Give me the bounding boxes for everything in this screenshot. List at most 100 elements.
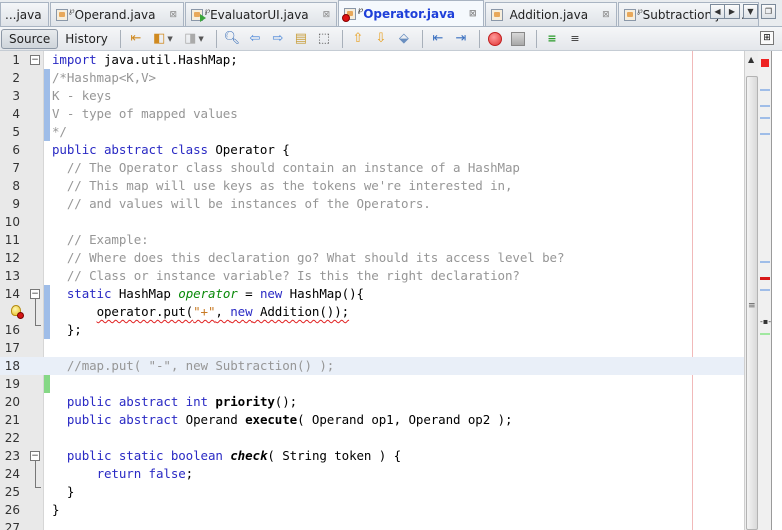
tab-operator-java[interactable]: ℘ Operator.java ⊠ [338, 0, 484, 26]
scroll-tabs-right-button[interactable]: ▶ [725, 4, 740, 19]
line-number: 17 [4, 341, 20, 355]
line-number: 2 [12, 71, 20, 85]
tab-close-icon[interactable]: ⊠ [170, 10, 178, 20]
last-edit-button[interactable]: ⇤ [126, 29, 146, 49]
back-button[interactable]: ◧ ▼ [149, 29, 177, 49]
history-button[interactable]: History [58, 29, 115, 49]
toolbar-separator [535, 29, 537, 48]
code-text: /*Hashmap<K,V> [52, 70, 156, 85]
stripe-mark-change[interactable] [760, 261, 770, 263]
toggle-bookmark-icon: ⬙ [398, 31, 409, 46]
stripe-mark-error[interactable] [760, 277, 770, 280]
stripe-mark-change[interactable] [760, 133, 770, 135]
fold-collapse-icon[interactable]: − [30, 451, 40, 461]
code-line[interactable]: 24 return false; [0, 465, 744, 483]
line-number: 26 [4, 503, 20, 517]
code-text: public abstract int priority(); [66, 394, 298, 409]
find-previous-button[interactable]: ⇦ [245, 29, 265, 49]
code-editor[interactable]: 1− import java.util.HashMap; 2 /*Hashmap<K,… [0, 51, 782, 530]
code-line[interactable]: 14− static HashMap operator = new HashMa… [0, 285, 744, 303]
fold-collapse-icon[interactable]: − [30, 55, 40, 65]
code-line[interactable]: 10 [0, 213, 744, 231]
chevron-down-icon: ▼ [167, 34, 173, 43]
tab-evaluatorui-java[interactable]: ℘ EvaluatorUI.java ⊠ [185, 2, 338, 26]
stripe-mark-change[interactable] [760, 105, 770, 107]
split-editor-button[interactable]: ⊞ [760, 31, 774, 45]
toggle-highlight-button[interactable]: ▤ [291, 29, 311, 49]
rectangular-selection-button[interactable]: ⬚ [314, 29, 334, 49]
tab-close-icon[interactable]: ⊠ [323, 10, 331, 20]
code-line[interactable]: 22 [0, 429, 744, 447]
toolbar-separator [215, 29, 217, 48]
java-file-error-icon: ℘ [342, 5, 363, 22]
error-hint-bulb-icon[interactable] [10, 304, 24, 320]
code-text: V - type of mapped values [52, 106, 238, 121]
shift-right-icon: ⇥ [455, 31, 467, 46]
line-number: 7 [12, 161, 20, 175]
scroll-up-icon[interactable]: ▲ [748, 55, 754, 64]
code-line[interactable]: 11 // Example: [0, 231, 744, 249]
code-line[interactable]: 2 /*Hashmap<K,V> [0, 69, 744, 87]
shift-right-button[interactable]: ⇥ [451, 29, 471, 49]
code-line[interactable]: 3 K - keys [0, 87, 744, 105]
source-button[interactable]: Source [1, 28, 59, 49]
code-line[interactable]: 9 // and values will be instances of the… [0, 195, 744, 213]
stop-macro-button[interactable] [508, 29, 528, 49]
code-line[interactable]: 20 public abstract int priority(); [0, 393, 744, 411]
code-line[interactable]: 25 } [0, 483, 744, 501]
code-text: // and values will be instances of the O… [66, 196, 431, 211]
stripe-mark-change[interactable] [760, 289, 770, 291]
code-line[interactable]: 26} [0, 501, 744, 519]
previous-bookmark-button[interactable]: ⇧ [348, 29, 368, 49]
code-line[interactable]: 15 operator.put("+", new Addition()); [0, 303, 744, 321]
restore-window-button[interactable]: ❐ [761, 4, 776, 19]
tab-close-icon[interactable]: ⊠ [469, 9, 477, 19]
vertical-scrollbar[interactable]: ▲ ≡ [744, 51, 758, 530]
shift-left-button[interactable]: ⇤ [428, 29, 448, 49]
editor-tab-bar: ...java ℘ Operand.java ⊠ ℘ EvaluatorUI.java ⊠ ℘… [0, 0, 782, 27]
code-line[interactable]: 27 [0, 519, 744, 530]
start-macro-button[interactable] [485, 29, 505, 49]
line-number: 21 [4, 413, 20, 427]
line-number: 5 [12, 125, 20, 139]
uncomment-button[interactable]: ≡ [565, 29, 585, 49]
toggle-bookmark-button[interactable]: ⬙ [394, 29, 414, 49]
code-line[interactable]: 16 }; [0, 321, 744, 339]
scroll-tabs-left-button[interactable]: ◀ [710, 4, 725, 19]
code-text: }; [52, 322, 82, 337]
code-line[interactable]: 12 // Where does this declaration go? Wh… [0, 249, 744, 267]
tab-addition-java[interactable]: Addition.java ⊠ [484, 2, 617, 26]
code-text: K - keys [52, 88, 112, 103]
code-line[interactable]: 19 [0, 375, 744, 393]
code-text: // This map will use keys as the tokens … [66, 178, 513, 193]
tab-operand-java[interactable]: ℘ Operand.java ⊠ [49, 2, 185, 26]
next-bookmark-button[interactable]: ⇩ [371, 29, 391, 49]
tab-close-icon[interactable]: ⊠ [602, 10, 610, 20]
find-selection-button[interactable]: 🔍︎ [222, 29, 242, 49]
code-line[interactable]: 23− public static boolean check( String … [0, 447, 744, 465]
code-line[interactable]: 5 */ [0, 123, 744, 141]
line-number: 8 [12, 179, 20, 193]
code-line[interactable]: 21 public abstract Operand execute( Oper… [0, 411, 744, 429]
code-line[interactable]: 13 // Class or instance variable? Is thi… [0, 267, 744, 285]
comment-button[interactable]: ≡ [542, 29, 562, 49]
code-line[interactable]: 1− import java.util.HashMap; [0, 51, 744, 69]
code-line[interactable]: 8 // This map will use keys as the token… [0, 177, 744, 195]
code-line[interactable]: 18 //map.put( "-", new Subtraction() ); [0, 357, 744, 375]
fold-collapse-icon[interactable]: − [30, 289, 40, 299]
stripe-mark-change[interactable] [760, 117, 770, 119]
tab-java[interactable]: ...java [0, 2, 49, 26]
find-next-icon: ⇨ [272, 31, 284, 46]
error-stripe[interactable]: -▪- [758, 51, 772, 530]
code-line[interactable]: 6 public abstract class Operator { [0, 141, 744, 159]
code-line[interactable]: 17 [0, 339, 744, 357]
code-line[interactable]: 7 // The Operator class should contain a… [0, 159, 744, 177]
show-opened-documents-button[interactable]: ▼ [743, 4, 758, 19]
stripe-mark-added[interactable] [760, 333, 770, 335]
find-next-button[interactable]: ⇨ [268, 29, 288, 49]
code-line[interactable]: 4 V - type of mapped values [0, 105, 744, 123]
code-text: // The Operator class should contain an … [66, 160, 520, 175]
forward-button[interactable]: ◨ ▼ [180, 29, 208, 49]
stripe-mark-change[interactable] [760, 89, 770, 91]
last-edit-icon: ⇤ [130, 31, 142, 46]
